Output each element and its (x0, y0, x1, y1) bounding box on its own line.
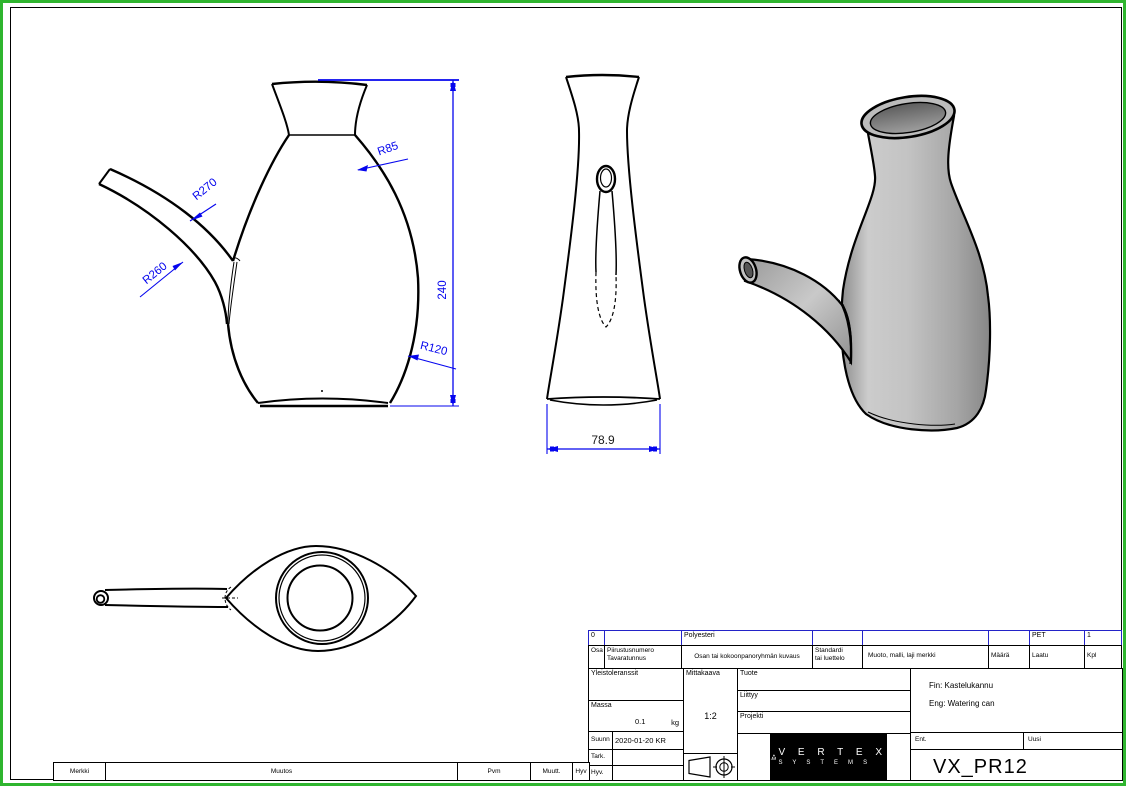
top-view (94, 546, 416, 651)
dim-r270: R270 (191, 176, 220, 203)
projection-symbol-cell (683, 753, 738, 781)
names-cell: Fin: Kastelukannu Eng: Watering can (910, 668, 1123, 733)
ent-cell: Ent. (910, 732, 1024, 750)
eng-name: Eng: Watering can (929, 699, 995, 709)
hyv-label-cell: Hyv. (588, 765, 613, 781)
hyv-value-cell (612, 765, 684, 781)
massa-unit: kg (671, 718, 679, 727)
mittakaava-cell: Mittakaava 1:2 (683, 668, 738, 754)
revision-muutos-cell: Muutos (105, 762, 458, 781)
tark-value-cell (612, 749, 684, 766)
header-laatu: Laatu (1029, 645, 1085, 669)
parts-row-maara-cell (988, 630, 1030, 646)
dim-height-240: 240 (437, 280, 449, 299)
first-angle-projection-icon (684, 754, 737, 780)
header-muoto: Muoto, malli, laji merkki (862, 645, 989, 669)
vertex-logo-triangles-icon (770, 736, 776, 778)
iso-body (841, 111, 990, 430)
side-view-dimension: 78.9 (547, 404, 660, 454)
dim-r120: R120 (419, 340, 449, 358)
parts-row-description-cell: Polyesteri (681, 630, 813, 646)
iso-view (736, 90, 990, 431)
side-view (547, 75, 660, 405)
header-kuvaus: Osan tai kokoonpanoryhmän kuvaus (681, 645, 813, 669)
tuote-cell: Tuote (737, 668, 911, 691)
revision-merkki-cell: Merkki (53, 762, 106, 781)
drawing-sheet: R85 R270 R260 R120 240 (0, 0, 1126, 786)
vertex-systems-logo: V E R T E X S Y S T E M S (770, 733, 887, 780)
drawing-number-cell: VX_PR12 (910, 749, 1123, 781)
parts-row-number-cell (604, 630, 682, 646)
logo-line1: V E R T E X (778, 747, 887, 758)
massa-cell: Massa 0.1 kg (588, 700, 684, 732)
front-view-dimensions: R85 R270 R260 R120 240 (140, 80, 459, 406)
parts-row-kpl-cell: 1 (1084, 630, 1122, 646)
parts-row-osa-cell: 0 (588, 630, 605, 646)
header-standardi: Standarditai luettelo (812, 645, 863, 669)
parts-row-laatu-cell: PET (1029, 630, 1085, 646)
logo-line2: S Y S T E M S (778, 760, 887, 766)
uusi-cell: Uusi (1023, 732, 1123, 750)
yleistoleranssit-cell: Yleistoleranssit (588, 668, 684, 701)
suunn-value-cell: 2020-01-20 KR (612, 731, 684, 750)
dim-r260: R260 (141, 260, 170, 287)
header-maara: Määrä (988, 645, 1030, 669)
revision-hyv-cell: Hyv (572, 762, 590, 781)
fin-name: Fin: Kastelukannu (929, 681, 993, 691)
suunn-label-cell: Suunn (588, 731, 613, 750)
header-kpl: Kpl (1084, 645, 1122, 669)
scale-value: 1:2 (684, 711, 737, 722)
spout-lower-edge (99, 184, 227, 324)
revision-pvm-cell: Pvm (457, 762, 531, 781)
revision-muutt-cell: Muutt. (530, 762, 573, 781)
front-view (99, 82, 418, 406)
dim-width-789: 78.9 (591, 433, 615, 447)
tark-label-cell: Tark. (588, 749, 613, 766)
parts-row-muoto-cell (862, 630, 989, 646)
massa-value: 0.1 (635, 717, 645, 726)
header-piirustusnumero: PiirustusnumeroTavaratunnus (604, 645, 682, 669)
liittyy-cell: Liittyy (737, 690, 911, 712)
parts-row-standard-cell (812, 630, 863, 646)
drawing-number: VX_PR12 (933, 755, 1028, 779)
iso-spout (745, 259, 851, 362)
dim-r85: R85 (376, 140, 400, 158)
header-osa: Osa (588, 645, 605, 669)
projekti-cell: Projekti (737, 711, 911, 734)
